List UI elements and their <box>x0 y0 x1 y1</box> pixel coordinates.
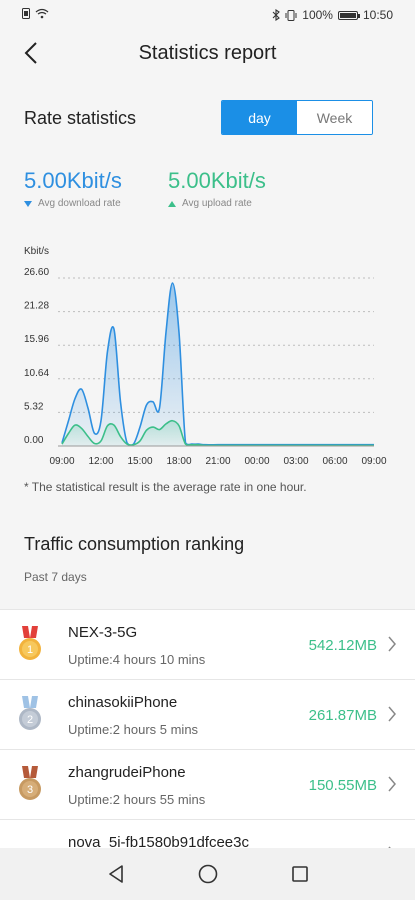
medal-rank: 3 <box>27 784 33 796</box>
y-tick-label: 21.28 <box>24 301 49 312</box>
upload-rate-label: Avg upload rate <box>182 198 252 209</box>
rate-chart: Kbit/s 26.60 21.28 15.96 10.64 5.32 0.00 09:00 1… <box>0 240 415 470</box>
battery-level <box>339 12 356 18</box>
download-triangle-icon <box>24 200 32 207</box>
bronze-medal-icon: 3 <box>19 766 41 800</box>
toggle-week[interactable]: Week <box>297 101 372 134</box>
nav-recents-button[interactable] <box>289 863 311 885</box>
device-traffic: 542.12MB <box>308 637 377 654</box>
period-toggle: day Week <box>221 100 373 135</box>
x-tick-label: 09:00 <box>361 456 386 467</box>
x-tick-label: 06:00 <box>322 456 347 467</box>
ranking-list: 1 NEX-3-5G Uptime:4 hours 10 mins 542.12… <box>0 609 415 889</box>
back-triangle-icon <box>108 865 123 883</box>
device-name: NEX-3-5G <box>68 624 138 641</box>
battery-percent: 100% <box>302 8 333 22</box>
device-traffic: 261.87MB <box>308 707 377 724</box>
y-tick-label: 10.64 <box>24 368 49 379</box>
recents-square-icon <box>291 866 308 882</box>
home-circle-icon <box>198 864 217 884</box>
x-tick-label: 15:00 <box>127 456 152 467</box>
y-tick-label: 0.00 <box>24 435 44 446</box>
wifi-icon <box>35 8 49 19</box>
upload-rate-value: 5.00Kbit/s <box>168 168 266 193</box>
list-item[interactable]: 1 NEX-3-5G Uptime:4 hours 10 mins 542.12… <box>0 609 415 679</box>
list-item[interactable]: 3 zhangrudeiPhone Uptime:2 hours 55 mins… <box>0 749 415 819</box>
rate-chart-svg: Kbit/s 26.60 21.28 15.96 10.64 5.32 0.00 09:00 1… <box>24 246 387 467</box>
x-tick-label: 00:00 <box>244 456 269 467</box>
app-header: Statistics report <box>0 30 415 78</box>
upload-rate-label-row: Avg upload rate <box>168 198 266 209</box>
system-nav-bar <box>0 848 415 900</box>
toggle-day[interactable]: day <box>222 101 297 134</box>
download-rate-label: Avg download rate <box>38 198 121 209</box>
clock: 10:50 <box>362 8 393 22</box>
x-tick-label: 09:00 <box>49 456 74 467</box>
download-rate-label-row: Avg download rate <box>24 198 122 209</box>
status-right: 100% 10:50 <box>272 8 393 22</box>
device-uptime: Uptime:2 hours 55 mins <box>68 792 206 807</box>
y-tick-label: 15.96 <box>24 334 49 345</box>
battery-icon <box>337 10 360 20</box>
medal-rank: 1 <box>27 644 33 656</box>
upload-triangle-icon <box>168 200 176 207</box>
ranking-title: Traffic consumption ranking <box>24 534 245 554</box>
status-left <box>22 8 49 19</box>
chevron-right-icon <box>388 776 396 792</box>
device-traffic: 150.55MB <box>308 777 377 794</box>
device-uptime: Uptime:2 hours 5 mins <box>68 722 199 737</box>
rate-statistics-title: Rate statistics <box>24 108 137 128</box>
ranking-period: Past 7 days <box>24 570 87 584</box>
sim-icon <box>22 8 30 19</box>
device-uptime: Uptime:4 hours 10 mins <box>68 652 206 667</box>
chart-note: * The statistical result is the average … <box>24 480 307 494</box>
y-axis-label: Kbit/s <box>24 246 49 257</box>
x-tick-label: 03:00 <box>283 456 308 467</box>
y-tick-label: 26.60 <box>24 267 49 278</box>
nav-home-button[interactable] <box>197 863 219 885</box>
download-rate-value: 5.00Kbit/s <box>24 168 122 193</box>
bluetooth-icon <box>272 9 281 21</box>
chevron-right-icon <box>388 706 396 722</box>
device-name: chinasokiiPhone <box>68 694 178 711</box>
vibrate-icon <box>285 9 297 21</box>
gold-medal-icon: 1 <box>19 626 41 660</box>
page-title: Statistics report <box>138 42 277 64</box>
medal-rank: 2 <box>27 714 33 726</box>
device-name: zhangrudeiPhone <box>68 764 186 781</box>
chevron-right-icon <box>388 636 396 652</box>
x-tick-label: 12:00 <box>88 456 113 467</box>
download-stat: 5.00Kbit/s Avg download rate <box>24 168 122 209</box>
x-tick-label: 21:00 <box>205 456 230 467</box>
series-area-0 <box>62 283 374 446</box>
x-tick-label: 18:00 <box>166 456 191 467</box>
upload-stat: 5.00Kbit/s Avg upload rate <box>168 168 266 209</box>
nav-back-button[interactable] <box>105 863 127 885</box>
list-item[interactable]: 2 chinasokiiPhone Uptime:2 hours 5 mins … <box>0 679 415 749</box>
silver-medal-icon: 2 <box>19 696 41 730</box>
status-bar: 100% 10:50 <box>0 0 415 30</box>
y-tick-label: 5.32 <box>24 401 44 412</box>
